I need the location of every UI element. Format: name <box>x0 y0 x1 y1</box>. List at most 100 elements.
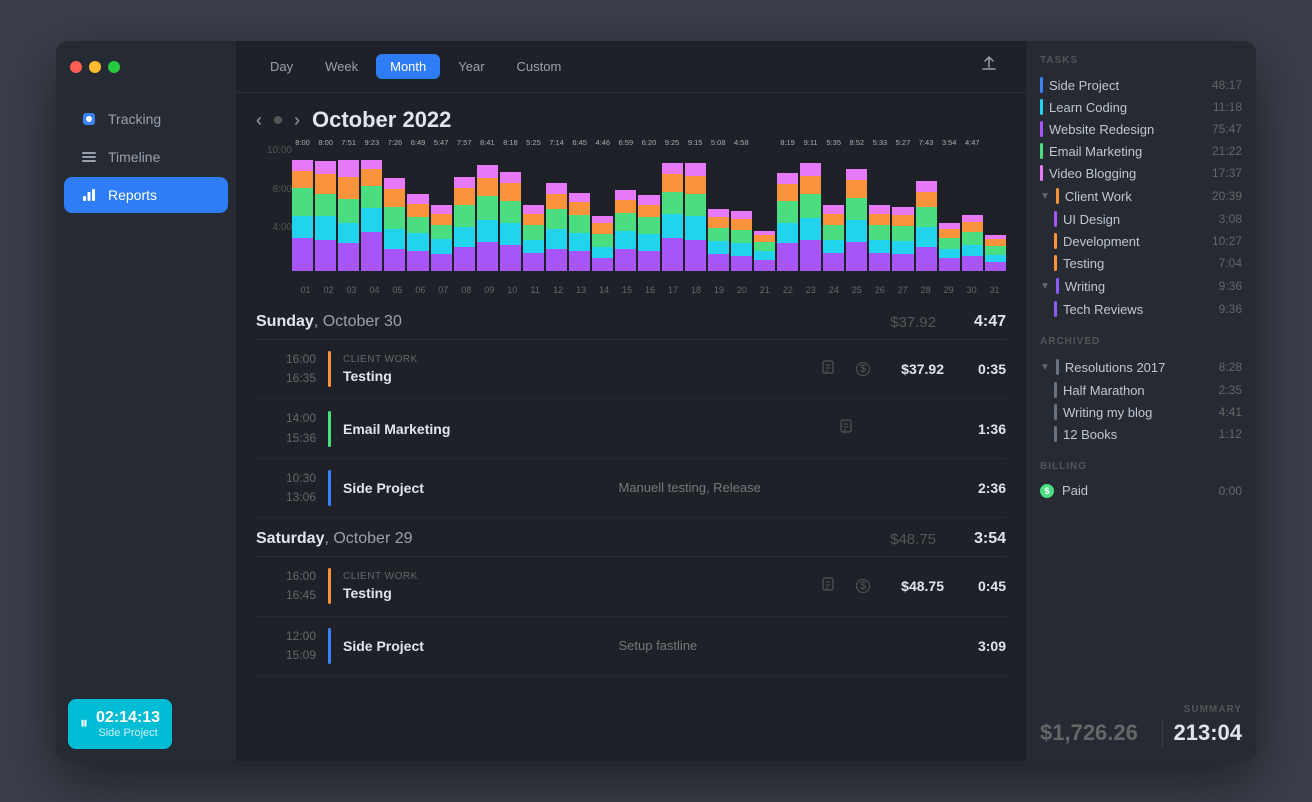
tab-month[interactable]: Month <box>376 54 440 79</box>
entry-row[interactable]: 16:0016:45 CLIENT WORK Testing $$48.75 0… <box>256 557 1006 616</box>
bar-group-08[interactable]: 7:57 <box>454 151 475 271</box>
bar-segment <box>292 171 313 188</box>
entry-row[interactable]: 12:0015:09 Side Project Setup fastline 3… <box>256 617 1006 676</box>
bar-segment <box>869 214 890 225</box>
archived-sub-item[interactable]: Half Marathon 2:35 <box>1040 379 1242 401</box>
bar-group-23[interactable]: 9:11 <box>800 151 821 271</box>
share-button[interactable] <box>972 51 1006 82</box>
bar-segment <box>846 220 867 242</box>
bar-group-22[interactable]: 8:19 <box>777 151 798 271</box>
bar-group-29[interactable]: 3:54 <box>939 151 960 271</box>
entry-row[interactable]: 16:0016:35 CLIENT WORK Testing $$37.92 0… <box>256 340 1006 399</box>
tab-day[interactable]: Day <box>256 54 307 79</box>
archived-group-color <box>1056 359 1059 375</box>
billing-time: 0:00 <box>1219 484 1242 498</box>
x-label-14: 14 <box>593 285 616 295</box>
file-icon <box>820 576 836 597</box>
bar-group-09[interactable]: 8:41 <box>477 151 498 271</box>
bar-group-31[interactable] <box>985 151 1006 271</box>
task-item[interactable]: Video Blogging 17:37 <box>1040 162 1242 184</box>
bar-segment <box>546 209 567 229</box>
bar-segment <box>638 217 659 234</box>
bar-segment <box>754 235 775 242</box>
task-sub-item[interactable]: Development 10:27 <box>1040 230 1242 252</box>
bar-group-26[interactable]: 5:33 <box>869 151 890 271</box>
bar-group-25[interactable]: 8:52 <box>846 151 867 271</box>
sidebar-item-reports[interactable]: Reports <box>64 177 228 213</box>
task-group-header[interactable]: ▼ Client Work 20:39 <box>1040 184 1242 208</box>
bar-group-20[interactable]: 4:58 <box>731 151 752 271</box>
next-month-button[interactable]: › <box>294 110 300 131</box>
tasks-section: TASKS Side Project 48:17 Learn Coding 11… <box>1040 55 1242 320</box>
archived-group-header[interactable]: ▼ Resolutions 2017 8:28 <box>1040 355 1242 379</box>
bar-segment <box>939 249 960 258</box>
bar-group-21[interactable] <box>754 151 775 271</box>
task-item[interactable]: Website Redesign 75:47 <box>1040 118 1242 140</box>
task-item[interactable]: Side Project 48:17 <box>1040 74 1242 96</box>
bar-group-14[interactable]: 4:46 <box>592 151 613 271</box>
bar-group-06[interactable]: 6:49 <box>407 151 428 271</box>
bar-segment <box>708 254 729 271</box>
bar-group-05[interactable]: 7:26 <box>384 151 405 271</box>
bar-group-04[interactable]: 9:23 <box>361 151 382 271</box>
bar-group-16[interactable]: 6:20 <box>638 151 659 271</box>
prev-month-button[interactable]: ‹ <box>256 110 262 131</box>
bar-group-15[interactable]: 6:59 <box>615 151 636 271</box>
bar-group-13[interactable]: 6:45 <box>569 151 590 271</box>
bar-group-03[interactable]: 7:51 <box>338 151 359 271</box>
task-item[interactable]: Email Marketing 21:22 <box>1040 140 1242 162</box>
billing-icon: $ <box>856 579 870 593</box>
bar-group-02[interactable]: 8:00 <box>315 151 336 271</box>
bar-group-27[interactable]: 5:27 <box>892 151 913 271</box>
task-sub-item[interactable]: UI Design 3:08 <box>1040 208 1242 230</box>
entry-row[interactable]: 14:0015:36 Email Marketing 1:36 <box>256 399 1006 458</box>
task-sub-item[interactable]: Testing 7:04 <box>1040 252 1242 274</box>
archived-sub-name: Writing my blog <box>1063 405 1213 420</box>
bar-group-07[interactable]: 5:47 <box>431 151 452 271</box>
archived-sub-item[interactable]: 12 Books 1:12 <box>1040 423 1242 445</box>
task-sub-name: UI Design <box>1063 212 1213 227</box>
task-group-header[interactable]: ▼ Writing 9:36 <box>1040 274 1242 298</box>
traffic-light-red[interactable] <box>70 61 82 73</box>
traffic-light-yellow[interactable] <box>89 61 101 73</box>
bar-group-12[interactable]: 7:14 <box>546 151 567 271</box>
task-sub-item[interactable]: Tech Reviews 9:36 <box>1040 298 1242 320</box>
bar-group-30[interactable]: 4:47 <box>962 151 983 271</box>
archived-sub-item[interactable]: Writing my blog 4:41 <box>1040 401 1242 423</box>
bar-group-28[interactable]: 7:43 <box>916 151 937 271</box>
archived-sub-name: 12 Books <box>1063 427 1213 442</box>
bar-segment <box>939 238 960 249</box>
bar-segment <box>361 169 382 186</box>
bar-group-19[interactable]: 5:08 <box>708 151 729 271</box>
bar-group-11[interactable]: 5:25 <box>523 151 544 271</box>
bar-segment <box>662 163 683 174</box>
bar-group-17[interactable]: 9:25 <box>662 151 683 271</box>
billing-item[interactable]: $ Paid 0:00 <box>1040 480 1242 501</box>
bar-segment <box>731 243 752 256</box>
entry-row[interactable]: 10:3013:06 Side Project Manuell testing,… <box>256 459 1006 518</box>
bar-group-24[interactable]: 5:35 <box>823 151 844 271</box>
sidebar-item-tracking[interactable]: Tracking <box>64 101 228 137</box>
task-color <box>1040 99 1043 115</box>
tab-week[interactable]: Week <box>311 54 372 79</box>
bar-segment <box>454 177 475 188</box>
bar-group-18[interactable]: 9:15 <box>685 151 706 271</box>
day-title: Sunday, October 30 <box>256 313 890 331</box>
bar-group-01[interactable]: 8:00 <box>292 151 313 271</box>
sidebar-item-timeline[interactable]: Timeline <box>64 139 228 175</box>
bar-segment <box>800 240 821 271</box>
tab-year[interactable]: Year <box>444 54 498 79</box>
traffic-light-green[interactable] <box>108 61 120 73</box>
bar-segment <box>823 205 844 214</box>
today-indicator[interactable] <box>274 116 282 124</box>
task-item[interactable]: Learn Coding 11:18 <box>1040 96 1242 118</box>
tab-custom[interactable]: Custom <box>503 54 576 79</box>
tracking-icon <box>80 110 98 128</box>
timer-button[interactable]: ⏸ 02:14:13 Side Project <box>68 699 172 749</box>
entry-time: 16:0016:35 <box>256 350 316 388</box>
sidebar: Tracking Timeline <box>56 41 236 761</box>
archived-sub-name: Half Marathon <box>1063 383 1213 398</box>
task-name: Learn Coding <box>1049 100 1207 115</box>
x-label-13: 13 <box>570 285 593 295</box>
bar-group-10[interactable]: 8:18 <box>500 151 521 271</box>
